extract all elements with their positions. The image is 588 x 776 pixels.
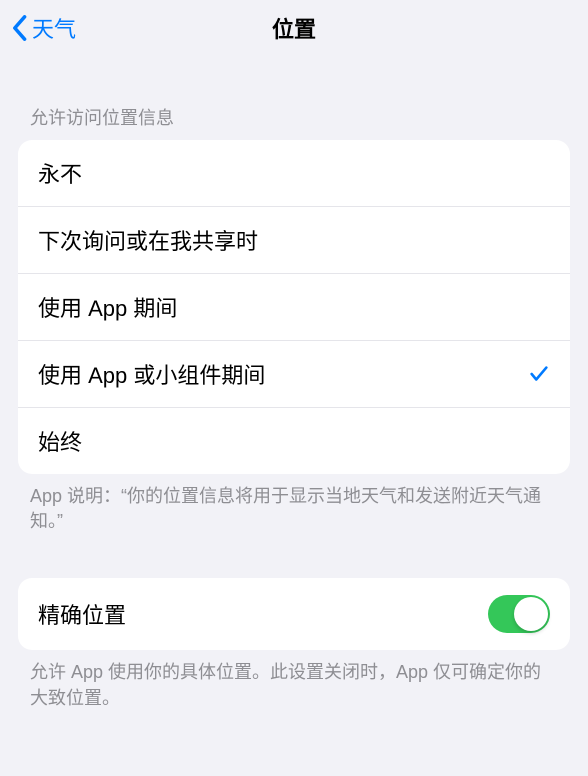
section-footer-access: App 说明：“你的位置信息将用于显示当地天气和发送附近天气通知。”	[0, 474, 588, 534]
option-while-using-app[interactable]: 使用 App 期间	[18, 273, 570, 340]
section-spacer	[0, 534, 588, 578]
checkmark-icon	[528, 363, 550, 385]
precise-location-group: 精确位置	[18, 578, 570, 650]
precise-location-label: 精确位置	[38, 598, 488, 630]
option-label: 下次询问或在我共享时	[38, 224, 550, 256]
option-while-using-app-or-widgets[interactable]: 使用 App 或小组件期间	[18, 340, 570, 407]
option-label: 始终	[38, 425, 550, 457]
option-ask-next-time[interactable]: 下次询问或在我共享时	[18, 206, 570, 273]
option-always[interactable]: 始终	[18, 407, 570, 474]
option-label: 使用 App 或小组件期间	[38, 358, 528, 390]
option-label: 永不	[38, 157, 550, 189]
navigation-bar: 天气 位置	[0, 0, 588, 56]
back-button[interactable]: 天气	[10, 12, 76, 44]
page-title: 位置	[272, 12, 316, 44]
location-access-group: 永不 下次询问或在我共享时 使用 App 期间 使用 App 或小组件期间 始终	[18, 140, 570, 474]
option-never[interactable]: 永不	[18, 140, 570, 206]
precise-location-row[interactable]: 精确位置	[18, 578, 570, 650]
section-footer-precise: 允许 App 使用你的具体位置。此设置关闭时，App 仅可确定你的大致位置。	[0, 650, 588, 710]
option-label: 使用 App 期间	[38, 291, 550, 323]
section-header-access: 允许访问位置信息	[0, 56, 588, 140]
back-label: 天气	[32, 12, 76, 44]
chevron-left-icon	[10, 14, 28, 42]
toggle-knob	[514, 597, 548, 631]
precise-location-toggle[interactable]	[488, 595, 550, 633]
